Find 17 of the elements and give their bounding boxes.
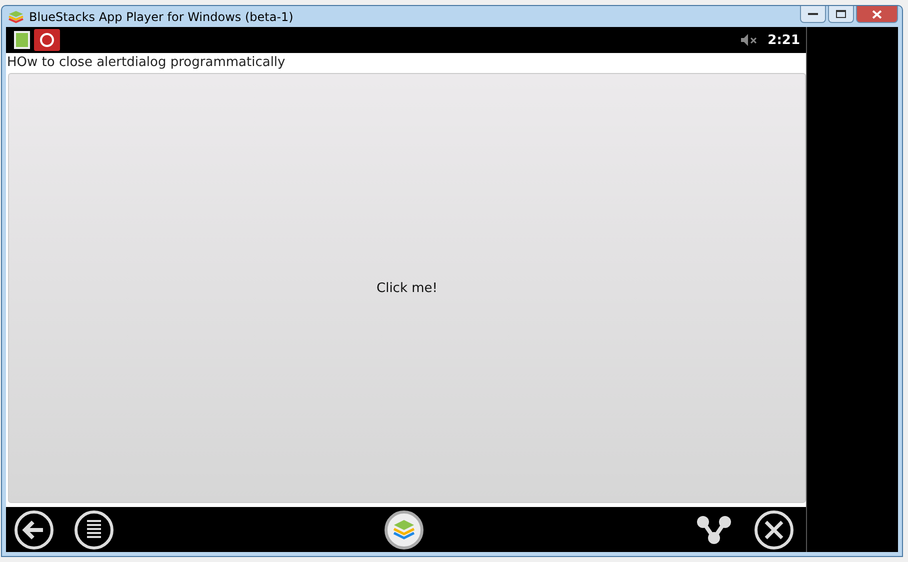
menu-icon[interactable] — [74, 510, 114, 550]
close-icon — [872, 10, 882, 18]
minimize-icon — [808, 12, 818, 16]
maximize-button[interactable] — [828, 6, 854, 23]
maximize-icon — [836, 10, 846, 18]
go-app-icon — [34, 29, 60, 51]
home-layers-icon[interactable] — [384, 510, 424, 550]
click-me-button[interactable]: Click me! — [8, 73, 806, 503]
clock-time: 2:21 — [768, 32, 800, 48]
muted-speaker-icon — [740, 33, 758, 47]
app-title-bar: HOw to close alertdialog programmatically — [6, 53, 806, 73]
minimize-button[interactable] — [800, 6, 826, 23]
notification-badge-icon — [14, 31, 30, 49]
layers-logo-icon — [8, 10, 24, 24]
back-icon[interactable] — [14, 510, 54, 550]
window-title: BlueStacks App Player for Windows (beta-1) — [29, 10, 294, 24]
close-button[interactable] — [856, 6, 898, 23]
